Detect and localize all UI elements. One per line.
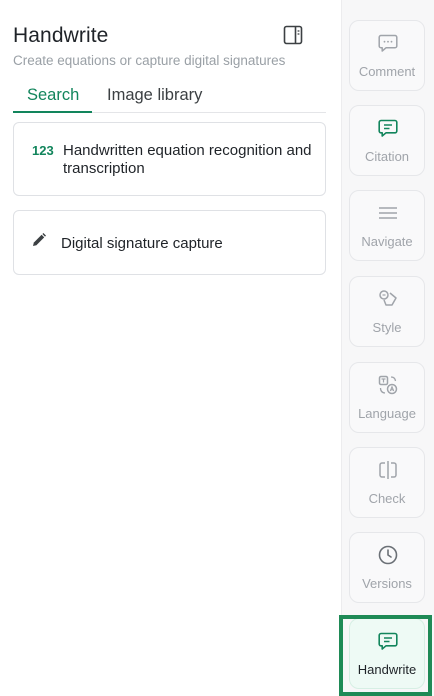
panel-subtitle: Create equations or capture digital sign… (13, 53, 286, 68)
translate-icon (378, 375, 398, 395)
sidebar-toggle-icon[interactable] (283, 25, 303, 45)
citation-icon (378, 119, 398, 137)
handwrite-panel: Handwrite Create equations or capture di… (0, 0, 341, 696)
style-shapes-icon (379, 290, 397, 306)
rail-button-navigate[interactable]: Navigate (349, 190, 425, 261)
rail-button-comment[interactable]: Comment (349, 20, 425, 91)
numbers-icon: 123 (32, 143, 54, 158)
rail-button-handwrite[interactable]: Handwrite (349, 618, 425, 689)
rail-button-versions[interactable]: Versions (349, 532, 425, 603)
handwrite-icon (378, 632, 398, 650)
comment-icon (378, 34, 398, 52)
rail-button-style[interactable]: Style (349, 276, 425, 347)
check-text-icon (379, 461, 397, 479)
rail-button-language[interactable]: Language (349, 362, 425, 433)
signature-card-label: Digital signature capture (61, 235, 223, 252)
rail-label-language: Language (358, 406, 416, 421)
tab-search[interactable]: Search (13, 82, 93, 113)
rail-label-citation: Citation (364, 149, 410, 164)
clock-icon (378, 545, 398, 565)
tab-image-library[interactable]: Image library (93, 82, 216, 113)
rail-label-check: Check (368, 491, 406, 506)
rail-label-comment: Comment (358, 64, 416, 79)
rail-label-navigate: Navigate (361, 234, 413, 249)
rail-button-citation[interactable]: Citation (349, 105, 425, 176)
equation-card-label: Handwritten equation recognition and tra… (63, 142, 312, 177)
pencil-icon (33, 233, 46, 246)
rail-label-handwrite: Handwrite (357, 662, 417, 677)
equation-recognition-card[interactable]: 123 Handwritten equation recognition and… (13, 122, 326, 196)
tab-bar: Search Image library (13, 82, 326, 113)
rail-button-check[interactable]: Check (349, 447, 425, 518)
rail-label-versions: Versions (362, 576, 412, 591)
signature-capture-card[interactable]: Digital signature capture (13, 210, 326, 275)
panel-title: Handwrite (13, 24, 109, 47)
menu-lines-icon (379, 207, 397, 219)
rail-label-style: Style (372, 320, 402, 335)
